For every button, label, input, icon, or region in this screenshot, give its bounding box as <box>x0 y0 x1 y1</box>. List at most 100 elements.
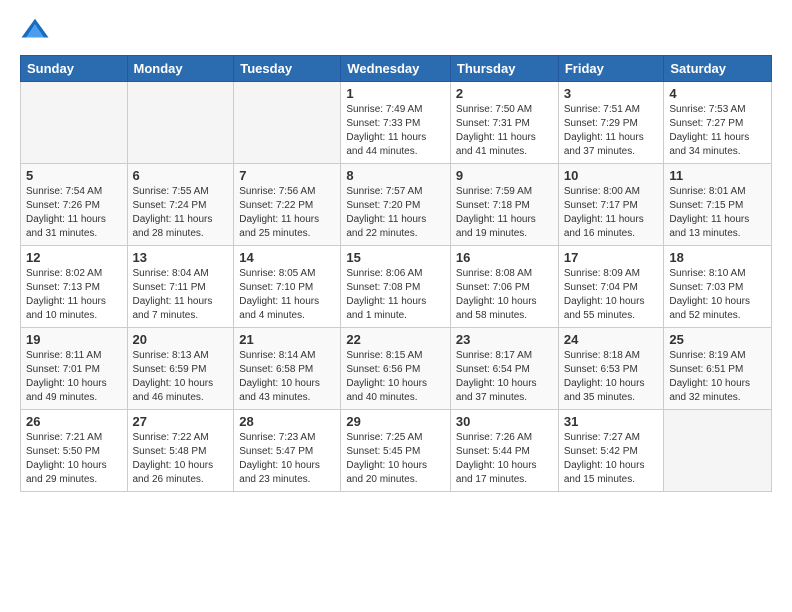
day-cell: 10 Sunrise: 8:00 AM Sunset: 7:17 PM Dayli… <box>558 164 664 246</box>
day-cell: 5 Sunrise: 7:54 AM Sunset: 7:26 PM Daylig… <box>21 164 128 246</box>
header <box>20 15 772 45</box>
day-cell: 11 Sunrise: 8:01 AM Sunset: 7:15 PM Dayli… <box>664 164 772 246</box>
day-number: 27 <box>133 414 229 429</box>
day-detail: Sunrise: 8:00 AM Sunset: 7:17 PM Dayligh… <box>564 185 659 241</box>
day-detail: Sunrise: 7:57 AM Sunset: 7:20 PM Dayligh… <box>346 185 445 241</box>
day-detail: Sunrise: 7:22 AM Sunset: 5:48 PM Dayligh… <box>133 431 229 487</box>
day-number: 30 <box>456 414 553 429</box>
day-number: 26 <box>26 414 122 429</box>
day-number: 16 <box>456 250 553 265</box>
day-detail: Sunrise: 8:17 AM Sunset: 6:54 PM Dayligh… <box>456 349 553 405</box>
day-number: 21 <box>239 332 335 347</box>
day-detail: Sunrise: 8:10 AM Sunset: 7:03 PM Dayligh… <box>669 267 766 323</box>
day-number: 7 <box>239 168 335 183</box>
day-cell: 23 Sunrise: 8:17 AM Sunset: 6:54 PM Dayli… <box>450 328 558 410</box>
col-header-thursday: Thursday <box>450 56 558 82</box>
day-number: 31 <box>564 414 659 429</box>
day-number: 19 <box>26 332 122 347</box>
day-number: 15 <box>346 250 445 265</box>
day-cell: 29 Sunrise: 7:25 AM Sunset: 5:45 PM Dayli… <box>341 410 451 492</box>
calendar-header: SundayMondayTuesdayWednesdayThursdayFrid… <box>21 56 772 82</box>
logo <box>20 15 54 45</box>
day-detail: Sunrise: 8:09 AM Sunset: 7:04 PM Dayligh… <box>564 267 659 323</box>
day-cell: 4Sunrise: 7:53 AM Sunset: 7:27 PM Daylig… <box>664 82 772 164</box>
day-cell: 17 Sunrise: 8:09 AM Sunset: 7:04 PM Dayli… <box>558 246 664 328</box>
day-number: 9 <box>456 168 553 183</box>
col-header-tuesday: Tuesday <box>234 56 341 82</box>
day-detail: Sunrise: 7:56 AM Sunset: 7:22 PM Dayligh… <box>239 185 335 241</box>
day-cell: 6 Sunrise: 7:55 AM Sunset: 7:24 PM Daylig… <box>127 164 234 246</box>
day-detail: Sunrise: 8:02 AM Sunset: 7:13 PM Dayligh… <box>26 267 122 323</box>
day-detail: Sunrise: 8:11 AM Sunset: 7:01 PM Dayligh… <box>26 349 122 405</box>
day-cell: 24Sunrise: 8:18 AM Sunset: 6:53 PM Dayli… <box>558 328 664 410</box>
day-number: 29 <box>346 414 445 429</box>
day-number: 22 <box>346 332 445 347</box>
day-cell: 7 Sunrise: 7:56 AM Sunset: 7:22 PM Daylig… <box>234 164 341 246</box>
day-cell: 28 Sunrise: 7:23 AM Sunset: 5:47 PM Dayli… <box>234 410 341 492</box>
page: SundayMondayTuesdayWednesdayThursdayFrid… <box>0 0 792 502</box>
header-row: SundayMondayTuesdayWednesdayThursdayFrid… <box>21 56 772 82</box>
day-cell: 13 Sunrise: 8:04 AM Sunset: 7:11 PM Dayli… <box>127 246 234 328</box>
day-number: 11 <box>669 168 766 183</box>
day-number: 5 <box>26 168 122 183</box>
day-number: 17 <box>564 250 659 265</box>
day-detail: Sunrise: 8:08 AM Sunset: 7:06 PM Dayligh… <box>456 267 553 323</box>
day-detail: Sunrise: 8:14 AM Sunset: 6:58 PM Dayligh… <box>239 349 335 405</box>
week-row-3: 19 Sunrise: 8:11 AM Sunset: 7:01 PM Dayli… <box>21 328 772 410</box>
col-header-monday: Monday <box>127 56 234 82</box>
col-header-wednesday: Wednesday <box>341 56 451 82</box>
day-cell: 27 Sunrise: 7:22 AM Sunset: 5:48 PM Dayli… <box>127 410 234 492</box>
day-detail: Sunrise: 7:26 AM Sunset: 5:44 PM Dayligh… <box>456 431 553 487</box>
day-detail: Sunrise: 7:49 AM Sunset: 7:33 PM Dayligh… <box>346 103 445 159</box>
day-detail: Sunrise: 7:54 AM Sunset: 7:26 PM Dayligh… <box>26 185 122 241</box>
day-cell: 9 Sunrise: 7:59 AM Sunset: 7:18 PM Daylig… <box>450 164 558 246</box>
day-number: 3 <box>564 86 659 101</box>
day-cell: 14 Sunrise: 8:05 AM Sunset: 7:10 PM Dayli… <box>234 246 341 328</box>
day-number: 18 <box>669 250 766 265</box>
week-row-2: 12 Sunrise: 8:02 AM Sunset: 7:13 PM Dayli… <box>21 246 772 328</box>
week-row-0: 1Sunrise: 7:49 AM Sunset: 7:33 PM Daylig… <box>21 82 772 164</box>
day-detail: Sunrise: 8:01 AM Sunset: 7:15 PM Dayligh… <box>669 185 766 241</box>
day-detail: Sunrise: 7:51 AM Sunset: 7:29 PM Dayligh… <box>564 103 659 159</box>
col-header-sunday: Sunday <box>21 56 128 82</box>
day-number: 13 <box>133 250 229 265</box>
week-row-4: 26 Sunrise: 7:21 AM Sunset: 5:50 PM Dayli… <box>21 410 772 492</box>
day-detail: Sunrise: 8:18 AM Sunset: 6:53 PM Dayligh… <box>564 349 659 405</box>
day-number: 14 <box>239 250 335 265</box>
day-detail: Sunrise: 8:04 AM Sunset: 7:11 PM Dayligh… <box>133 267 229 323</box>
day-cell: 22 Sunrise: 8:15 AM Sunset: 6:56 PM Dayli… <box>341 328 451 410</box>
day-cell: 25 Sunrise: 8:19 AM Sunset: 6:51 PM Dayli… <box>664 328 772 410</box>
day-cell <box>21 82 128 164</box>
day-detail: Sunrise: 7:21 AM Sunset: 5:50 PM Dayligh… <box>26 431 122 487</box>
day-detail: Sunrise: 7:55 AM Sunset: 7:24 PM Dayligh… <box>133 185 229 241</box>
day-detail: Sunrise: 7:23 AM Sunset: 5:47 PM Dayligh… <box>239 431 335 487</box>
day-cell: 20Sunrise: 8:13 AM Sunset: 6:59 PM Dayli… <box>127 328 234 410</box>
day-number: 10 <box>564 168 659 183</box>
day-cell: 2Sunrise: 7:50 AM Sunset: 7:31 PM Daylig… <box>450 82 558 164</box>
day-number: 6 <box>133 168 229 183</box>
day-detail: Sunrise: 7:59 AM Sunset: 7:18 PM Dayligh… <box>456 185 553 241</box>
calendar-body: 1Sunrise: 7:49 AM Sunset: 7:33 PM Daylig… <box>21 82 772 492</box>
day-number: 25 <box>669 332 766 347</box>
day-detail: Sunrise: 8:05 AM Sunset: 7:10 PM Dayligh… <box>239 267 335 323</box>
day-cell: 15 Sunrise: 8:06 AM Sunset: 7:08 PM Dayli… <box>341 246 451 328</box>
day-number: 23 <box>456 332 553 347</box>
day-number: 20 <box>133 332 229 347</box>
logo-icon <box>20 15 50 45</box>
day-number: 4 <box>669 86 766 101</box>
day-detail: Sunrise: 8:19 AM Sunset: 6:51 PM Dayligh… <box>669 349 766 405</box>
day-cell: 3 Sunrise: 7:51 AM Sunset: 7:29 PM Daylig… <box>558 82 664 164</box>
day-number: 12 <box>26 250 122 265</box>
day-cell: 12 Sunrise: 8:02 AM Sunset: 7:13 PM Dayli… <box>21 246 128 328</box>
day-detail: Sunrise: 8:15 AM Sunset: 6:56 PM Dayligh… <box>346 349 445 405</box>
day-cell: 21 Sunrise: 8:14 AM Sunset: 6:58 PM Dayli… <box>234 328 341 410</box>
day-detail: Sunrise: 7:25 AM Sunset: 5:45 PM Dayligh… <box>346 431 445 487</box>
day-number: 8 <box>346 168 445 183</box>
day-number: 2 <box>456 86 553 101</box>
day-number: 28 <box>239 414 335 429</box>
day-cell: 30 Sunrise: 7:26 AM Sunset: 5:44 PM Dayli… <box>450 410 558 492</box>
day-cell: 18 Sunrise: 8:10 AM Sunset: 7:03 PM Dayli… <box>664 246 772 328</box>
day-cell <box>664 410 772 492</box>
calendar-table: SundayMondayTuesdayWednesdayThursdayFrid… <box>20 55 772 492</box>
day-detail: Sunrise: 8:06 AM Sunset: 7:08 PM Dayligh… <box>346 267 445 323</box>
